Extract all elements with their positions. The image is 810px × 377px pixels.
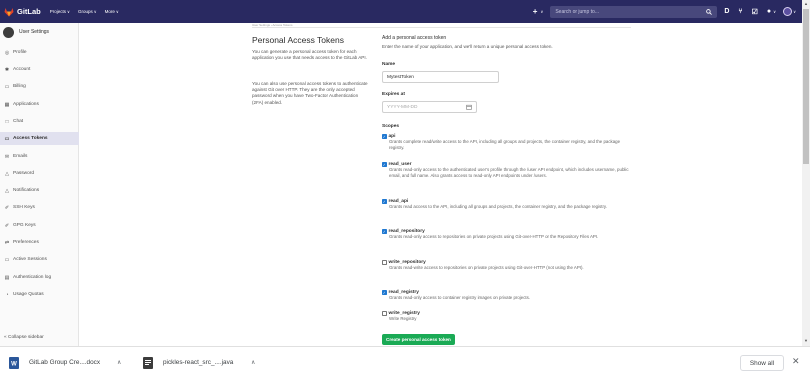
key-icon: ✐ [4,204,10,211]
sidebar-title: User Settings [19,29,50,35]
scope-write-registry: write_registry Write Registry [382,311,634,322]
scope-write-repository: write_repository Grants read-write acces… [382,260,634,271]
monitor-icon: ▭ [4,256,10,263]
scrollbar-thumb[interactable] [803,9,809,164]
search-icon [706,8,713,15]
profile-icon: ◎ [4,49,10,56]
chevron-down-icon: ∨ [93,9,97,14]
sidebar-item-access-tokens[interactable]: ▭ Access Tokens [0,132,79,145]
pie-chart-icon: ◔ [5,291,9,298]
tanuki-icon [4,7,14,16]
nav-groups[interactable]: Groups∨ [78,9,97,14]
sidebar-item-gpg-keys[interactable]: ✐ GPG Keys [0,219,79,232]
chevron-up-icon[interactable]: ∧ [117,359,121,366]
credit-card-icon: ▭ [4,83,10,90]
scope-api-checkbox[interactable]: ✓ [382,134,387,139]
todos-icon[interactable]: ☑ [752,8,758,16]
close-icon[interactable]: ✕ [792,356,800,367]
sidebar-item-profile[interactable]: ◎ Profile [0,46,79,59]
sidebar-item-ssh-keys[interactable]: ✐ SSH Keys [0,201,79,214]
download-item[interactable]: pickles-react_src_....java [143,347,233,377]
section-description: You can generate a personal access token… [252,49,367,61]
applications-icon: ▦ [4,101,10,108]
issues-icon[interactable]: D [724,8,729,15]
form-subheading: Enter the name of your application, and … [382,44,553,49]
comment-icon: □ [5,118,9,125]
lock-icon: △ [5,170,9,177]
svg-text:W: W [11,361,17,367]
key-icon: ✐ [4,222,10,229]
chevron-down-icon: ∨ [115,9,119,14]
calendar-icon[interactable] [466,104,472,110]
form-heading: Add a personal access token [382,35,447,41]
user-avatar[interactable] [783,7,793,16]
scope-read-api: ✓ read_api Grants read access to the API,… [382,199,608,209]
scope-read-registry-checkbox[interactable]: ✓ [382,290,387,295]
expires-label: Expires at [382,92,405,97]
merge-requests-icon[interactable]: ⑂ [738,8,742,15]
scope-write-registry-checkbox[interactable] [382,311,387,316]
sidebar-item-preferences[interactable]: ⇄ Preferences [0,236,79,249]
scope-read-user: ✓ read_user Grants read-only access to th… [382,162,629,178]
scope-read-api-checkbox[interactable]: ✓ [382,199,387,204]
chevron-down-icon: ∨ [540,9,544,14]
settings-sidebar: User Settings ◎ Profile ✱ Account ▭ Billing… [0,23,79,346]
sidebar-item-password[interactable]: △ Password [0,167,79,180]
token-name-field[interactable]: MytestToken [382,71,499,83]
nav-projects[interactable]: Projects∨ [50,9,70,14]
breadcrumb: User Settings › Access Tokens [252,23,631,28]
main-content: User Settings › Access Tokens Personal A… [80,23,802,346]
chevron-down-icon: ∨ [793,9,796,14]
mail-icon: ✉ [4,153,10,160]
collapse-sidebar-button[interactable]: « Collapse sidebar [4,335,44,340]
sidebar-item-authentication-log[interactable]: ▤ Authentication log [0,271,79,284]
search-input[interactable]: Search or jump to... [550,5,718,18]
page-title: Personal Access Tokens [252,35,344,45]
scroll-up-arrow-icon[interactable]: ▲ [802,1,810,6]
nav-more[interactable]: More∨ [105,9,119,14]
chevron-down-icon: ∨ [773,9,777,14]
log-icon: ▤ [4,274,10,281]
sidebar-item-applications[interactable]: ▦ Applications [0,98,79,111]
gitlab-logo[interactable]: GitLab [4,7,50,17]
scroll-down-arrow-icon[interactable]: ▼ [802,338,810,343]
chevron-up-icon[interactable]: ∧ [251,359,255,366]
account-icon: ✱ [4,66,10,73]
word-doc-icon: W [9,356,19,369]
chevron-down-icon: ∨ [67,9,70,14]
sidebar-item-emails[interactable]: ✉ Emails [0,150,79,163]
preferences-icon: ⇄ [4,239,10,246]
scopes-label: Scopes [382,124,400,129]
page-scrollbar[interactable]: ▲ ▼ [802,0,810,346]
download-shelf: W GitLab Group Cre....docx ∧ pickles-rea… [0,346,810,377]
scope-read-repository-checkbox[interactable]: ✓ [382,229,387,234]
java-file-icon [143,356,153,369]
show-all-button[interactable]: Show all [740,355,784,371]
sidebar-item-account[interactable]: ✱ Account [0,63,79,76]
notifications-icon: △ [5,187,9,194]
scope-read-repository: ✓ read_repository Grants read-only access… [382,229,599,239]
sidebar-item-billing[interactable]: ▭ Billing [0,80,79,93]
sidebar-item-chat[interactable]: □ Chat [0,115,79,128]
section-description-2fa: You can also use personal access tokens … [252,81,368,105]
sidebar-item-active-sessions[interactable]: ▭ Active Sessions [0,253,79,266]
sidebar-header[interactable]: User Settings [0,23,78,41]
gitlab-wordmark: GitLab [17,7,41,16]
token-form: Add a personal access token Enter the na… [382,35,634,321]
sidebar-item-notifications[interactable]: △ Notifications [0,184,79,197]
new-plus-icon[interactable]: + [533,7,538,16]
user-avatar [3,26,14,38]
top-navbar: GitLab Projects∨ Groups∨ More∨ + ∨ Searc… [0,0,802,23]
scope-api: ✓ api Grants complete read/write access t… [382,134,621,150]
sidebar-item-usage-quotas[interactable]: ◔ Usage Quotas [0,288,79,301]
expires-at-field[interactable]: YYYY-MM-DD [382,101,477,113]
token-icon: ▭ [4,135,10,142]
name-label: Name [382,62,396,67]
scope-write-repository-checkbox[interactable] [382,260,387,265]
scope-read-registry: ✓ read_registry Grants read-only access t… [382,290,531,300]
help-icon[interactable]: ● [767,8,771,15]
scope-read-user-checkbox[interactable]: ✓ [382,162,387,167]
create-token-button[interactable]: Create personal access token [382,334,455,345]
download-item[interactable]: W GitLab Group Cre....docx [9,347,100,377]
